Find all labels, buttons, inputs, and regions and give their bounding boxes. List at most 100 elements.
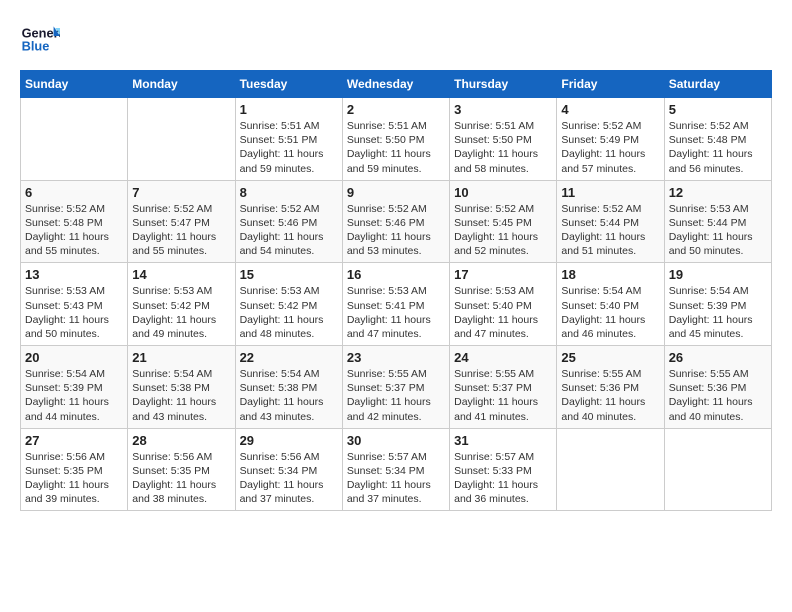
day-number: 31 xyxy=(454,433,552,448)
calendar-week-4: 20 Sunrise: 5:54 AM Sunset: 5:39 PM Dayli… xyxy=(21,346,772,429)
day-number: 26 xyxy=(669,350,767,365)
day-detail: Sunrise: 5:51 AM Sunset: 5:50 PM Dayligh… xyxy=(454,119,552,176)
day-number: 13 xyxy=(25,267,123,282)
day-detail: Sunrise: 5:51 AM Sunset: 5:51 PM Dayligh… xyxy=(240,119,338,176)
calendar-cell: 3 Sunrise: 5:51 AM Sunset: 5:50 PM Daylig… xyxy=(450,98,557,181)
calendar-cell: 1Sunrise: 5:51 AM Sunset: 5:51 PM Daylig… xyxy=(235,98,342,181)
day-number: 27 xyxy=(25,433,123,448)
day-number: 3 xyxy=(454,102,552,117)
day-number: 30 xyxy=(347,433,445,448)
header-day-wednesday: Wednesday xyxy=(342,71,449,98)
day-detail: Sunrise: 5:57 AM Sunset: 5:34 PM Dayligh… xyxy=(347,450,445,507)
day-detail: Sunrise: 5:52 AM Sunset: 5:44 PM Dayligh… xyxy=(561,202,659,259)
calendar-cell: 31 Sunrise: 5:57 AM Sunset: 5:33 PM Dayli… xyxy=(450,428,557,511)
header-day-friday: Friday xyxy=(557,71,664,98)
day-number: 9 xyxy=(347,185,445,200)
logo: General Blue xyxy=(20,20,64,60)
day-number: 28 xyxy=(132,433,230,448)
calendar-cell: 14 Sunrise: 5:53 AM Sunset: 5:42 PM Dayli… xyxy=(128,263,235,346)
day-number: 29 xyxy=(240,433,338,448)
calendar-week-3: 13 Sunrise: 5:53 AM Sunset: 5:43 PM Dayli… xyxy=(21,263,772,346)
day-detail: Sunrise: 5:53 AM Sunset: 5:44 PM Dayligh… xyxy=(669,202,767,259)
day-number: 2 xyxy=(347,102,445,117)
day-detail: Sunrise: 5:55 AM Sunset: 5:37 PM Dayligh… xyxy=(454,367,552,424)
day-number: 14 xyxy=(132,267,230,282)
calendar-cell: 21 Sunrise: 5:54 AM Sunset: 5:38 PM Dayli… xyxy=(128,346,235,429)
calendar-cell xyxy=(128,98,235,181)
day-detail: Sunrise: 5:56 AM Sunset: 5:35 PM Dayligh… xyxy=(132,450,230,507)
day-number: 4 xyxy=(561,102,659,117)
calendar-header: SundayMondayTuesdayWednesdayThursdayFrid… xyxy=(21,71,772,98)
day-detail: Sunrise: 5:52 AM Sunset: 5:46 PM Dayligh… xyxy=(240,202,338,259)
calendar-cell: 4 Sunrise: 5:52 AM Sunset: 5:49 PM Daylig… xyxy=(557,98,664,181)
page-header: General Blue xyxy=(20,20,772,60)
calendar-body: 1Sunrise: 5:51 AM Sunset: 5:51 PM Daylig… xyxy=(21,98,772,511)
day-number: 15 xyxy=(240,267,338,282)
calendar-cell: 30 Sunrise: 5:57 AM Sunset: 5:34 PM Dayli… xyxy=(342,428,449,511)
calendar-cell: 2 Sunrise: 5:51 AM Sunset: 5:50 PM Daylig… xyxy=(342,98,449,181)
day-number: 17 xyxy=(454,267,552,282)
day-detail: Sunrise: 5:56 AM Sunset: 5:34 PM Dayligh… xyxy=(240,450,338,507)
calendar-cell: 18Sunrise: 5:54 AM Sunset: 5:40 PM Dayli… xyxy=(557,263,664,346)
day-detail: Sunrise: 5:53 AM Sunset: 5:41 PM Dayligh… xyxy=(347,284,445,341)
day-detail: Sunrise: 5:51 AM Sunset: 5:50 PM Dayligh… xyxy=(347,119,445,176)
calendar-cell: 13 Sunrise: 5:53 AM Sunset: 5:43 PM Dayli… xyxy=(21,263,128,346)
day-detail: Sunrise: 5:54 AM Sunset: 5:38 PM Dayligh… xyxy=(240,367,338,424)
calendar-cell: 29 Sunrise: 5:56 AM Sunset: 5:34 PM Dayli… xyxy=(235,428,342,511)
day-detail: Sunrise: 5:54 AM Sunset: 5:39 PM Dayligh… xyxy=(25,367,123,424)
day-number: 19 xyxy=(669,267,767,282)
calendar-week-5: 27 Sunrise: 5:56 AM Sunset: 5:35 PM Dayli… xyxy=(21,428,772,511)
day-detail: Sunrise: 5:53 AM Sunset: 5:43 PM Dayligh… xyxy=(25,284,123,341)
day-number: 21 xyxy=(132,350,230,365)
calendar-cell: 20 Sunrise: 5:54 AM Sunset: 5:39 PM Dayli… xyxy=(21,346,128,429)
calendar-cell xyxy=(557,428,664,511)
calendar-cell: 11 Sunrise: 5:52 AM Sunset: 5:44 PM Dayli… xyxy=(557,180,664,263)
calendar-cell: 27 Sunrise: 5:56 AM Sunset: 5:35 PM Dayli… xyxy=(21,428,128,511)
day-number: 7 xyxy=(132,185,230,200)
day-detail: Sunrise: 5:52 AM Sunset: 5:47 PM Dayligh… xyxy=(132,202,230,259)
header-row: SundayMondayTuesdayWednesdayThursdayFrid… xyxy=(21,71,772,98)
calendar-cell: 10Sunrise: 5:52 AM Sunset: 5:45 PM Dayli… xyxy=(450,180,557,263)
calendar-cell: 25Sunrise: 5:55 AM Sunset: 5:36 PM Dayli… xyxy=(557,346,664,429)
calendar-cell: 5 Sunrise: 5:52 AM Sunset: 5:48 PM Daylig… xyxy=(664,98,771,181)
calendar-week-2: 6 Sunrise: 5:52 AM Sunset: 5:48 PM Daylig… xyxy=(21,180,772,263)
svg-text:Blue: Blue xyxy=(22,38,50,53)
day-number: 11 xyxy=(561,185,659,200)
header-day-saturday: Saturday xyxy=(664,71,771,98)
calendar-cell: 23 Sunrise: 5:55 AM Sunset: 5:37 PM Dayli… xyxy=(342,346,449,429)
header-day-sunday: Sunday xyxy=(21,71,128,98)
day-detail: Sunrise: 5:54 AM Sunset: 5:38 PM Dayligh… xyxy=(132,367,230,424)
day-number: 12 xyxy=(669,185,767,200)
day-number: 25 xyxy=(561,350,659,365)
day-number: 5 xyxy=(669,102,767,117)
calendar-cell: 24Sunrise: 5:55 AM Sunset: 5:37 PM Dayli… xyxy=(450,346,557,429)
calendar-cell: 28 Sunrise: 5:56 AM Sunset: 5:35 PM Dayli… xyxy=(128,428,235,511)
calendar-cell: 17Sunrise: 5:53 AM Sunset: 5:40 PM Dayli… xyxy=(450,263,557,346)
calendar-cell: 22Sunrise: 5:54 AM Sunset: 5:38 PM Dayli… xyxy=(235,346,342,429)
day-detail: Sunrise: 5:52 AM Sunset: 5:48 PM Dayligh… xyxy=(669,119,767,176)
day-detail: Sunrise: 5:55 AM Sunset: 5:37 PM Dayligh… xyxy=(347,367,445,424)
calendar-cell: 9 Sunrise: 5:52 AM Sunset: 5:46 PM Daylig… xyxy=(342,180,449,263)
day-detail: Sunrise: 5:52 AM Sunset: 5:46 PM Dayligh… xyxy=(347,202,445,259)
day-number: 18 xyxy=(561,267,659,282)
day-number: 10 xyxy=(454,185,552,200)
day-number: 8 xyxy=(240,185,338,200)
day-detail: Sunrise: 5:53 AM Sunset: 5:42 PM Dayligh… xyxy=(240,284,338,341)
day-number: 23 xyxy=(347,350,445,365)
calendar-cell: 7 Sunrise: 5:52 AM Sunset: 5:47 PM Daylig… xyxy=(128,180,235,263)
day-detail: Sunrise: 5:56 AM Sunset: 5:35 PM Dayligh… xyxy=(25,450,123,507)
calendar-cell xyxy=(21,98,128,181)
day-detail: Sunrise: 5:52 AM Sunset: 5:49 PM Dayligh… xyxy=(561,119,659,176)
day-number: 20 xyxy=(25,350,123,365)
calendar-cell xyxy=(664,428,771,511)
header-day-thursday: Thursday xyxy=(450,71,557,98)
day-number: 16 xyxy=(347,267,445,282)
day-detail: Sunrise: 5:53 AM Sunset: 5:42 PM Dayligh… xyxy=(132,284,230,341)
calendar-week-1: 1Sunrise: 5:51 AM Sunset: 5:51 PM Daylig… xyxy=(21,98,772,181)
day-detail: Sunrise: 5:52 AM Sunset: 5:48 PM Dayligh… xyxy=(25,202,123,259)
logo-icon: General Blue xyxy=(20,20,60,60)
day-number: 6 xyxy=(25,185,123,200)
day-detail: Sunrise: 5:54 AM Sunset: 5:39 PM Dayligh… xyxy=(669,284,767,341)
day-detail: Sunrise: 5:55 AM Sunset: 5:36 PM Dayligh… xyxy=(669,367,767,424)
day-detail: Sunrise: 5:57 AM Sunset: 5:33 PM Dayligh… xyxy=(454,450,552,507)
